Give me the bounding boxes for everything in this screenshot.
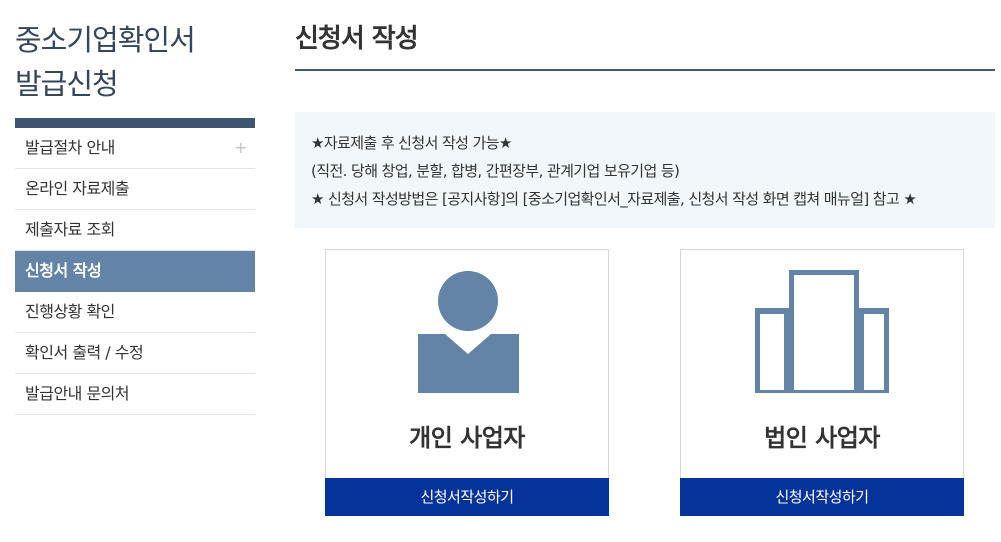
sidebar-item-certificate-print[interactable]: 확인서 출력 / 수정 — [15, 333, 255, 374]
person-icon — [418, 271, 519, 393]
notice-line: (직전. 당해 창업, 분할, 합병, 간편장부, 관계기업 보유기업 등) — [311, 162, 680, 180]
page-title: 신청서 작성 — [295, 0, 995, 71]
card-corporate-business[interactable]: 법인 사업자 신청서작성하기 — [680, 249, 964, 516]
sidebar-title-line2: 발급신청 — [15, 67, 119, 101]
sidebar-divider — [15, 118, 255, 128]
sidebar-item-contact[interactable]: 발급안내 문의처 — [15, 374, 255, 415]
sidebar-item-label: 발급안내 문의처 — [25, 384, 130, 403]
sidebar-item-submitted-lookup[interactable]: 제출자료 조회 — [15, 210, 255, 251]
sidebar-item-procedure[interactable]: 발급절차 안내 + — [15, 128, 255, 169]
write-application-button[interactable]: 신청서작성하기 — [680, 478, 964, 516]
sidebar-item-progress-check[interactable]: 진행상황 확인 — [15, 292, 255, 333]
notice-line: ★ 신청서 작성방법은 [공지사항]의 [중소기업확인서_자료제출, 신청서 작… — [311, 190, 917, 208]
sidebar-item-label: 신청서 작성 — [25, 261, 102, 280]
sidebar-menu: 발급절차 안내 + 온라인 자료제출 제출자료 조회 신청서 작성 진행상황 확… — [15, 128, 255, 415]
sidebar-item-label: 진행상황 확인 — [25, 302, 115, 321]
building-icon — [755, 270, 889, 393]
main-content: 신청서 작성 ★자료제출 후 신청서 작성 가능★ (직전. 당해 창업, 분할… — [295, 0, 995, 516]
card-label: 개인 사업자 — [409, 424, 525, 452]
sidebar: 중소기업확인서 발급신청 발급절차 안내 + 온라인 자료제출 제출자료 조회 … — [15, 0, 255, 415]
sidebar-item-online-submit[interactable]: 온라인 자료제출 — [15, 169, 255, 210]
sidebar-title: 중소기업확인서 발급신청 — [15, 18, 255, 106]
notice-box: ★자료제출 후 신청서 작성 가능★ (직전. 당해 창업, 분할, 합병, 간… — [295, 112, 995, 228]
sidebar-item-application-write[interactable]: 신청서 작성 — [15, 251, 255, 292]
sidebar-item-label: 온라인 자료제출 — [25, 179, 130, 198]
card-individual-business[interactable]: 개인 사업자 신청서작성하기 — [325, 249, 609, 516]
sidebar-item-label: 발급절차 안내 — [25, 138, 115, 157]
sidebar-item-label: 제출자료 조회 — [25, 220, 115, 239]
card-label: 법인 사업자 — [764, 424, 880, 452]
sidebar-title-line1: 중소기업확인서 — [15, 23, 196, 57]
notice-line: ★자료제출 후 신청서 작성 가능★ — [311, 134, 512, 152]
plus-icon[interactable]: + — [234, 128, 247, 168]
sidebar-item-label: 확인서 출력 / 수정 — [25, 343, 144, 362]
write-application-button[interactable]: 신청서작성하기 — [325, 478, 609, 516]
